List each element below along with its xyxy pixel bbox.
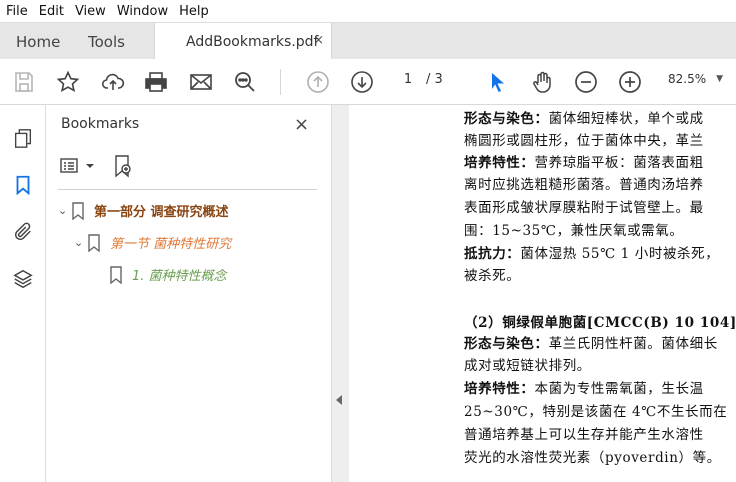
menu-view[interactable]: View	[75, 4, 106, 19]
tab-close-button[interactable]: ×	[313, 33, 324, 48]
document-text-line: 成对或短链状排列。	[464, 354, 591, 374]
bookmark-options-icon[interactable]	[60, 157, 95, 175]
document-text-line: 荧光的水溶性荧光素（pyoverdin）等。	[464, 446, 721, 466]
document-text-line: 表面形成皱状厚膜粘附于试管壁上。最	[464, 196, 704, 216]
collapse-panel-icon[interactable]	[336, 395, 342, 405]
panel-divider	[58, 189, 317, 190]
chevron-down-icon	[86, 164, 94, 168]
document-bold-text: 形态与染色：	[464, 336, 549, 352]
menu-edit[interactable]: Edit	[39, 4, 64, 19]
chevron-down-icon[interactable]: ⌄	[74, 236, 88, 249]
save-icon[interactable]	[10, 68, 38, 96]
zoom-in-icon[interactable]	[616, 68, 644, 96]
new-bookmark-icon[interactable]	[113, 154, 133, 178]
document-body-text: 表面形成皱状厚膜粘附于试管壁上。最	[464, 200, 704, 216]
document-bold-text: 培养特性：	[464, 381, 535, 397]
document-text-line: 被杀死。	[464, 264, 520, 284]
document-text-line: 围：15~35℃，兼性厌氧或需氧。	[464, 219, 683, 239]
panel-toolbar	[60, 152, 133, 180]
page-number-input[interactable]: 1	[394, 67, 422, 91]
layers-icon[interactable]	[10, 266, 36, 292]
document-text-line: 25~30℃，特别是该菌在 4℃不生长而在	[464, 400, 727, 420]
document-body-text: 荧光的水溶性荧光素（pyoverdin）等。	[464, 450, 721, 466]
menu-bar: File Edit View Window Help	[0, 0, 736, 22]
panel-splitter[interactable]	[331, 105, 349, 482]
tab-bar: Home Tools AddBookmarks.pdf ×	[0, 22, 736, 61]
tab-home[interactable]: Home	[16, 23, 60, 60]
close-panel-button[interactable]: ×	[294, 114, 309, 135]
chevron-down-icon: ▼	[716, 74, 724, 84]
document-text-line: （2）铜绿假单胞菌[CMCC(B) 10 104]	[464, 311, 736, 331]
document-body-text: 普通培养基上可以生存并能产生水溶性	[464, 427, 704, 443]
bookmark-label: 第一部分 调查研究概述	[94, 205, 229, 220]
document-body-text: 被杀死。	[464, 268, 521, 284]
zoom-select[interactable]: 82.5% ▼	[660, 64, 732, 94]
document-body-text: 营养琼脂平板：菌落表面粗	[534, 155, 704, 171]
attachments-icon[interactable]	[10, 219, 36, 245]
tab-document[interactable]: AddBookmarks.pdf ×	[154, 23, 332, 61]
bookmark-item-section-1[interactable]: ⌄ 第一节 菌种特性研究	[74, 233, 231, 252]
bookmark-label: 第一节 菌种特性研究	[110, 237, 232, 252]
email-icon[interactable]	[187, 68, 215, 96]
document-text-line: 培养特性：营养琼脂平板：菌落表面粗	[464, 151, 704, 171]
document-body-text: 成对或短链状排列。	[464, 358, 591, 374]
panel-title: Bookmarks	[61, 116, 140, 132]
document-body-text: 本菌为专性需氧菌，生长温	[534, 381, 704, 397]
document-body-text: 菌体细短棒状，单个或成	[548, 111, 704, 127]
document-bold-text: 形态与染色：	[464, 111, 549, 127]
find-text-icon[interactable]	[231, 68, 259, 96]
bookmarks-icon[interactable]	[10, 172, 36, 198]
menu-window[interactable]: Window	[117, 4, 168, 19]
document-body-text: 围：15~35℃，兼性厌氧或需氧。	[464, 223, 684, 239]
document-text-line: 离时应挑选粗糙形菌落。普通肉汤培养	[464, 173, 704, 193]
bookmark-item-concept[interactable]: 1. 菌种特性概念	[110, 265, 227, 284]
document-text-line: 抵抗力：菌体湿热 55℃ 1 小时被杀死，	[464, 242, 719, 262]
star-icon[interactable]	[54, 68, 82, 96]
navigation-rail	[0, 105, 46, 482]
page-thumbnails-icon[interactable]	[10, 125, 36, 151]
bookmarks-panel: Bookmarks × ⌄ 第一部分 调查研究概述 ⌄ 第一节 菌种特性研究 1…	[46, 105, 331, 482]
bookmark-label: 1. 菌种特性概念	[132, 269, 227, 284]
document-text-line: 普通培养基上可以生存并能产生水溶性	[464, 423, 704, 443]
print-icon[interactable]	[142, 68, 170, 96]
document-body-text: 革兰氏阴性杆菌。菌体细长	[548, 336, 718, 352]
document-text-line: 椭圆形或圆柱形，位于菌体中央，革兰	[464, 129, 704, 149]
document-body-text: 离时应挑选粗糙形菌落。普通肉汤培养	[464, 177, 704, 193]
previous-page-icon[interactable]	[304, 68, 332, 96]
upload-cloud-icon[interactable]	[99, 68, 127, 96]
document-body-text: 菌体湿热 55℃ 1 小时被杀死，	[520, 246, 720, 262]
zoom-out-icon[interactable]	[572, 68, 600, 96]
next-page-icon[interactable]	[348, 68, 376, 96]
page-total-label: / 3	[426, 72, 443, 87]
zoom-value: 82.5%	[668, 72, 707, 86]
document-bold-text: 抵抗力：	[464, 246, 521, 262]
document-text-line: 培养特性：本菌为专性需氧菌，生长温	[464, 377, 704, 397]
document-bold-text: 培养特性：	[464, 155, 535, 171]
bookmark-item-part-1[interactable]: ⌄ 第一部分 调查研究概述	[58, 201, 229, 220]
select-cursor-icon[interactable]	[484, 68, 512, 96]
document-text-line: 形态与染色：革兰氏阴性杆菌。菌体细长	[464, 332, 718, 352]
hand-tool-icon[interactable]	[528, 68, 556, 96]
document-body-text: 椭圆形或圆柱形，位于菌体中央，革兰	[464, 133, 704, 149]
menu-help[interactable]: Help	[179, 4, 209, 19]
chevron-down-icon[interactable]: ⌄	[58, 204, 72, 217]
toolbar-separator	[280, 69, 281, 95]
document-body-text: 25~30℃，特别是该菌在 4℃不生长而在	[464, 404, 728, 420]
document-text-line: 形态与染色：菌体细短棒状，单个或成	[464, 107, 704, 127]
tab-document-label: AddBookmarks.pdf	[186, 34, 319, 50]
menu-file[interactable]: File	[6, 4, 28, 19]
tab-tools[interactable]: Tools	[88, 23, 125, 60]
document-bold-text: （2）铜绿假单胞菌[CMCC(B) 10 104]	[464, 315, 736, 331]
